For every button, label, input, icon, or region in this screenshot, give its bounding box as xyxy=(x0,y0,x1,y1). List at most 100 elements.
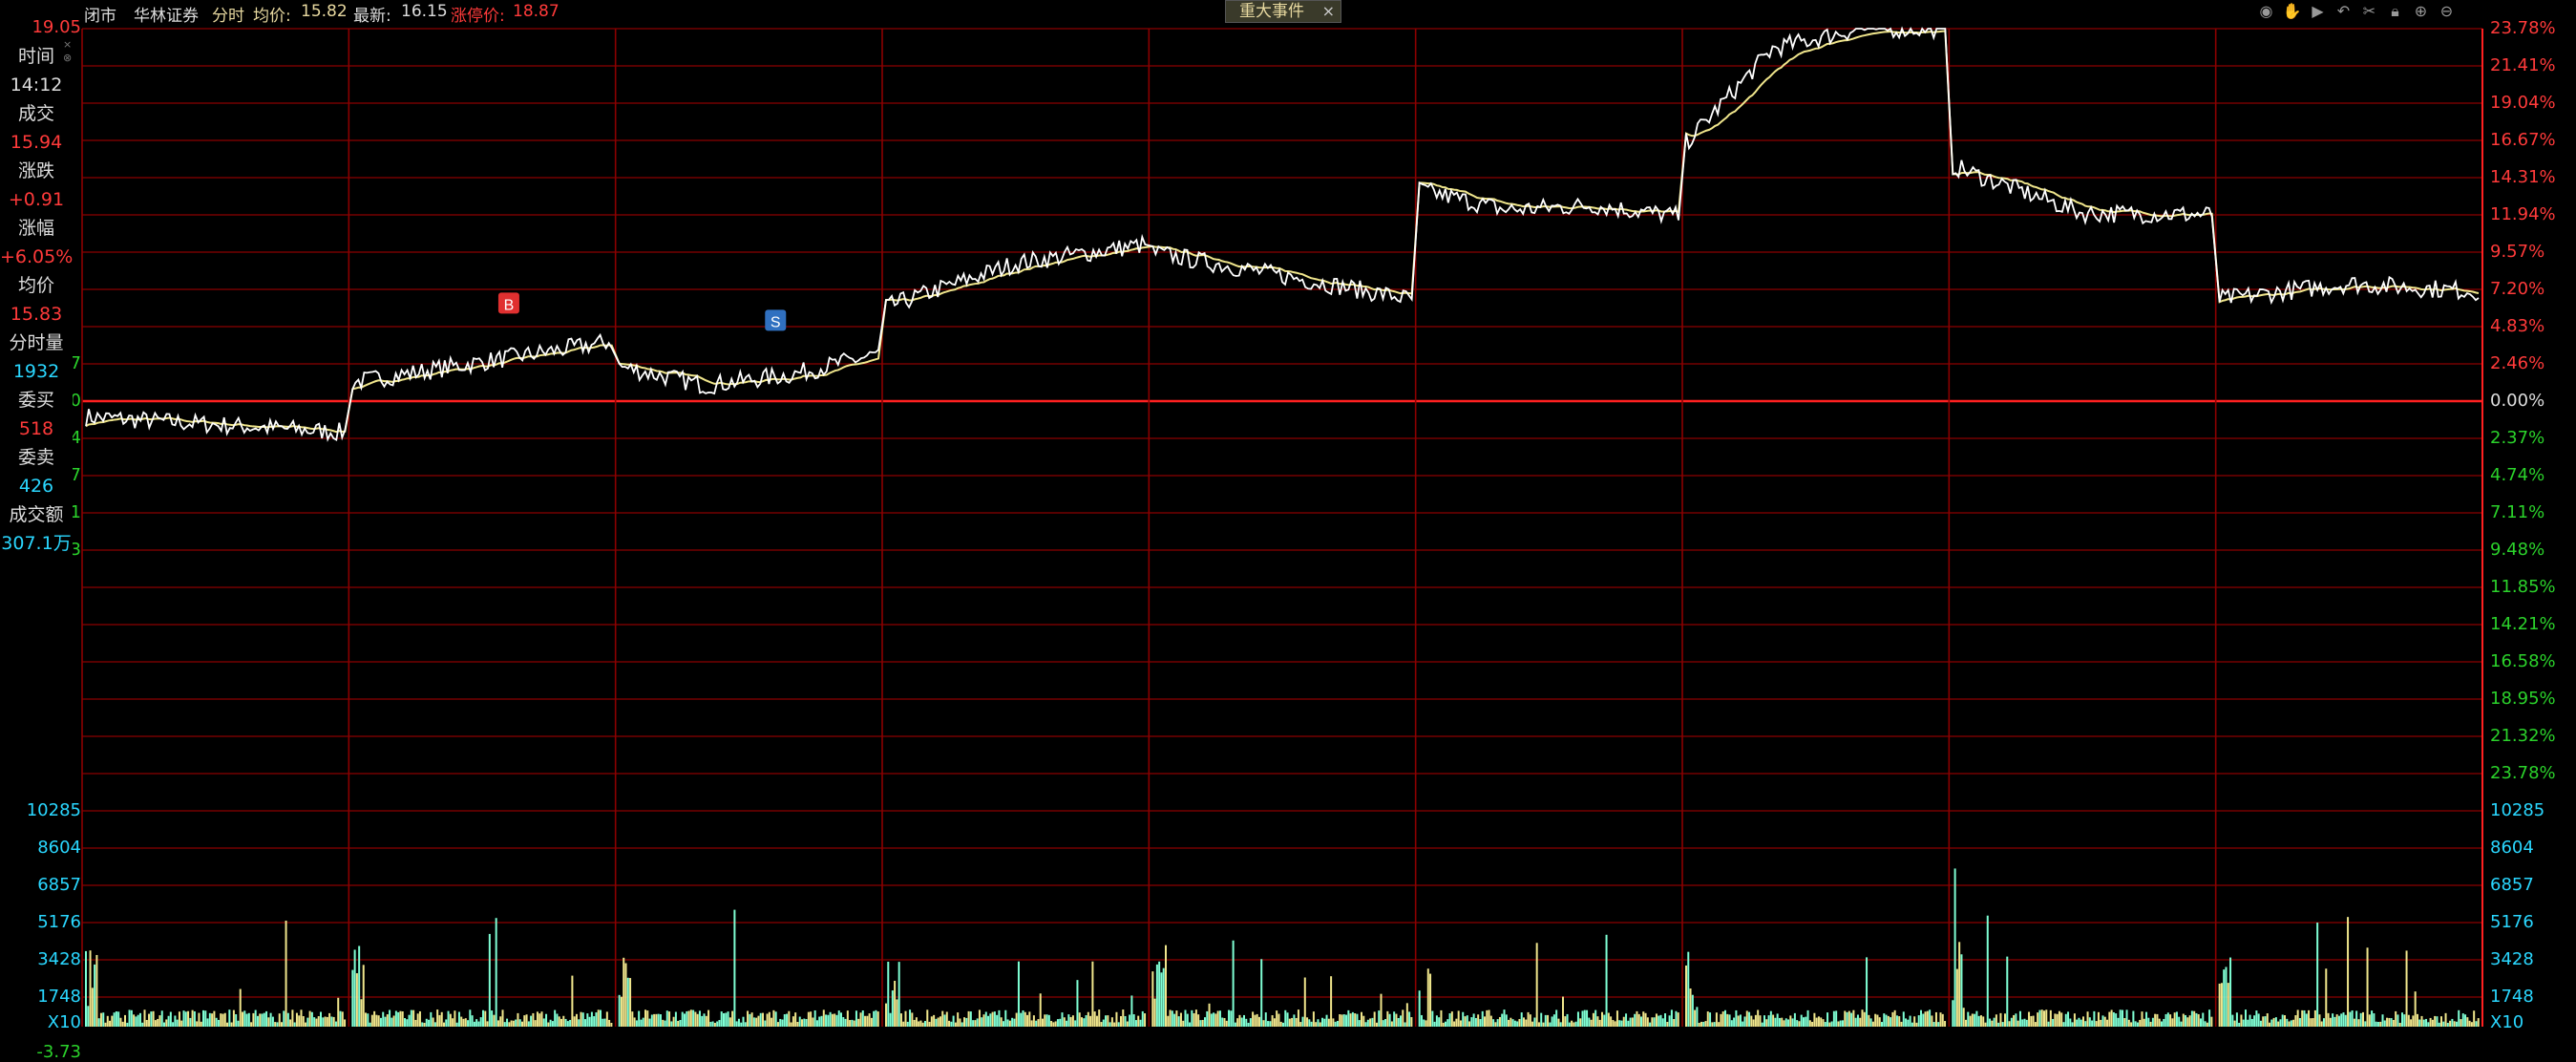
volume-bar xyxy=(1035,1020,1038,1027)
volume-bar xyxy=(1960,954,1963,1027)
volume-bar xyxy=(1694,1009,1697,1027)
zoom-out-icon[interactable]: ⊖ xyxy=(2434,2,2460,20)
volume-bar xyxy=(755,1017,758,1027)
volume-bar xyxy=(1547,1014,1550,1027)
volume-bar xyxy=(308,1010,311,1027)
volume-bar xyxy=(1375,1022,1378,1027)
volume-bar xyxy=(1254,1014,1256,1027)
volume-bar xyxy=(1603,1014,1606,1027)
sell-marker-label: S xyxy=(771,314,781,330)
volume-bar xyxy=(1279,1021,1282,1027)
volume-bar xyxy=(602,1018,604,1027)
volume-bar xyxy=(486,1021,489,1027)
volume-bar xyxy=(167,1015,170,1027)
volume-bar xyxy=(1122,1009,1125,1027)
scissors-icon[interactable]: ✂ xyxy=(2356,2,2382,20)
volume-bar xyxy=(659,1014,662,1027)
volume-bar xyxy=(2178,1016,2181,1027)
volume-bar xyxy=(2106,1019,2109,1027)
volume-bar xyxy=(1457,1010,1460,1027)
play-icon[interactable]: ▶ xyxy=(2305,2,2331,20)
right-pct-tick: 19.04% xyxy=(2490,93,2556,113)
volume-bar xyxy=(2397,1014,2399,1027)
volume-bar xyxy=(394,1010,397,1027)
volume-bar xyxy=(2043,1010,2045,1027)
volume-bar xyxy=(2110,1009,2113,1027)
right-pct-tick: 7.20% xyxy=(2490,279,2545,299)
volume-bar xyxy=(2318,1014,2321,1027)
volume-bar xyxy=(766,1013,769,1027)
volume-bar xyxy=(2197,1013,2200,1027)
volume-bar xyxy=(217,1019,220,1027)
volume-bar xyxy=(438,1014,441,1027)
volume-bar xyxy=(1516,1021,1519,1027)
volume-bar xyxy=(1264,1012,1267,1027)
volume-bar xyxy=(713,1022,716,1027)
volume-bar xyxy=(1743,1016,1746,1027)
undo-icon[interactable]: ↶ xyxy=(2331,2,2356,20)
panel-close-icon[interactable]: × ⊗ xyxy=(63,38,76,65)
volume-bar xyxy=(2108,1011,2111,1027)
volume-bar xyxy=(1429,973,1432,1027)
volume-bar xyxy=(2134,1021,2137,1027)
volume-bar xyxy=(1273,1018,1276,1027)
volume-bar xyxy=(2340,1013,2343,1027)
volume-bar xyxy=(1720,1013,1722,1027)
volume-bar xyxy=(1089,1015,1092,1027)
volume-bar xyxy=(305,1022,307,1027)
volume-bar xyxy=(2147,1017,2150,1027)
volume-bar xyxy=(1555,1009,1558,1027)
volume-bar xyxy=(163,1022,165,1027)
volume-bar xyxy=(2067,1011,2070,1027)
volume-bar xyxy=(1890,1017,1892,1027)
volume-bar xyxy=(1761,1022,1763,1027)
volume-bar xyxy=(1752,1019,1755,1027)
eye-icon[interactable]: ◉ xyxy=(2253,2,2279,20)
volume-bar xyxy=(2325,968,2328,1027)
volume-bar xyxy=(436,1009,439,1027)
volume-bar xyxy=(1562,996,1564,1027)
volume-bar xyxy=(857,1018,860,1027)
volume-bar xyxy=(2422,1019,2425,1027)
volume-bar xyxy=(330,1016,333,1027)
close-icon[interactable]: × xyxy=(1322,1,1335,22)
volume-bar xyxy=(1120,1015,1122,1027)
limit-up-value: 18.87 xyxy=(513,2,560,21)
zoom-in-icon[interactable]: ⊕ xyxy=(2408,2,2434,20)
stock-name[interactable]: 华林证券 xyxy=(134,2,199,26)
volume-bar xyxy=(2355,1010,2358,1027)
volume-bar xyxy=(716,1021,719,1027)
volume-bar xyxy=(1594,1009,1597,1027)
volume-bar xyxy=(1571,1020,1573,1027)
volume-bar xyxy=(2349,1011,2352,1027)
volume-bar xyxy=(694,1011,697,1027)
volume-bar xyxy=(391,1017,393,1027)
volume-bar xyxy=(562,1015,565,1027)
info-label: 委买 xyxy=(17,390,54,411)
volume-bar xyxy=(580,1011,582,1027)
volume-bar xyxy=(512,1020,515,1027)
volume-bar xyxy=(265,1010,268,1027)
volume-bar xyxy=(2444,1012,2447,1027)
major-events-button[interactable]: 重大事件 × xyxy=(1225,0,1341,23)
volume-bar xyxy=(2193,1010,2196,1027)
volume-bar xyxy=(1301,1016,1304,1027)
volume-bar xyxy=(665,1010,668,1027)
volume-bar xyxy=(2410,1019,2413,1027)
volume-bar xyxy=(1378,1010,1381,1027)
volume-bar xyxy=(786,1013,789,1027)
right-pct-tick: 0.00% xyxy=(2490,391,2545,411)
hand-icon[interactable]: ✋ xyxy=(2279,2,2305,20)
lock-icon[interactable]: 🔒︎ xyxy=(2382,2,2408,21)
volume-bar xyxy=(1574,1021,1577,1027)
volume-bar xyxy=(2332,1013,2334,1027)
volume-bar xyxy=(1859,1017,1862,1027)
volume-bar xyxy=(1225,1020,1228,1027)
volume-bar xyxy=(896,999,898,1027)
volume-bar xyxy=(2149,1021,2152,1027)
volume-bar xyxy=(681,1011,684,1027)
price-line xyxy=(85,26,2480,442)
intraday-chart[interactable]: BS xyxy=(0,0,2576,1056)
volume-bar xyxy=(941,1010,944,1027)
volume-bar xyxy=(2425,1018,2428,1027)
